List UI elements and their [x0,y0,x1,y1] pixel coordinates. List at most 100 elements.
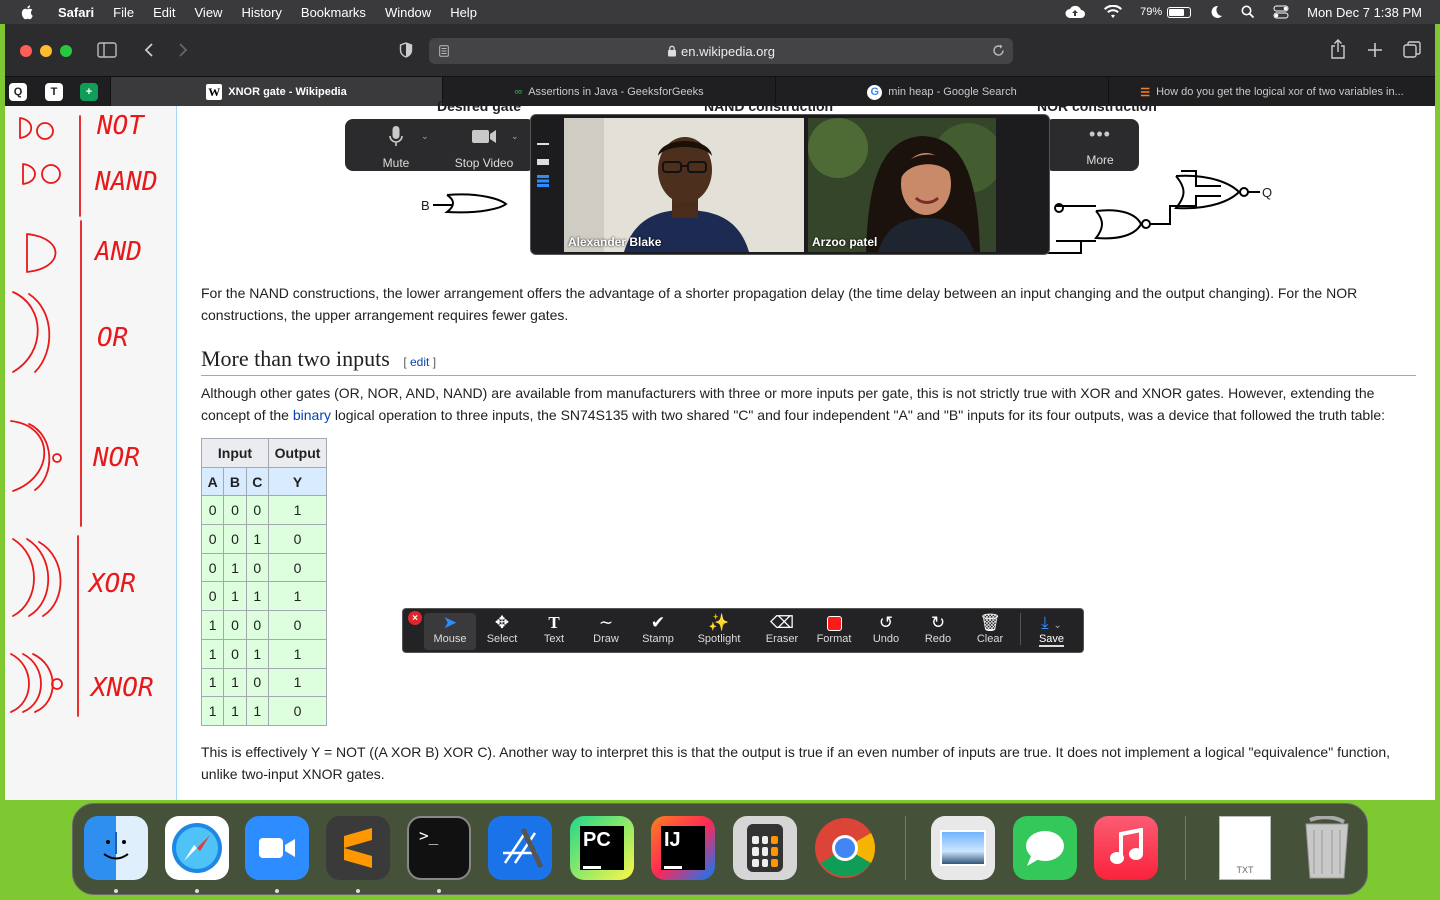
reader-view-icon[interactable] [439,45,449,57]
sheets-tab-icon[interactable]: + [80,83,98,101]
finder-icon[interactable] [84,816,148,880]
tool-label: Draw [593,633,619,645]
forward-icon[interactable] [177,42,189,58]
annotate-save-tool[interactable]: ⤓ ⌄ Save [1020,613,1082,647]
menu-window[interactable]: Window [385,5,431,20]
zoom-app-icon[interactable] [245,816,309,880]
table-cell: 0 [245,552,270,583]
cloud-upload-icon[interactable] [1064,5,1086,19]
safari-icon[interactable] [165,816,229,880]
participant-video-arzoo[interactable]: Arzoo patel [808,118,996,252]
table-cell: 0 [200,524,225,554]
tab-overview-icon[interactable] [1403,41,1421,59]
menu-file[interactable]: File [113,5,134,20]
edit-link[interactable]: edit [410,355,429,369]
pinned-tab-icon[interactable]: Q [9,83,27,101]
pycharm-icon[interactable]: PC [570,816,634,880]
wikipedia-sidebar: NOT NAND AND OR NOR XOR XNOR [5,106,177,800]
menu-edit[interactable]: Edit [153,5,175,20]
music-icon[interactable] [1094,816,1158,880]
pinned-tab-icon[interactable]: T [45,83,63,101]
trash-icon[interactable] [1295,816,1359,880]
zoom-control-bar: Mute ⌄ Stop Video ⌄ [345,119,535,171]
table-cell: 1 [200,667,225,698]
zoom-window-button[interactable] [60,45,72,57]
participant-video-alexander[interactable]: Alexander Blake [564,118,804,252]
table-cell: 0 [223,638,247,669]
tool-label: Redo [924,633,952,645]
layout-option-active-icon[interactable] [537,175,549,187]
back-icon[interactable] [143,42,155,58]
xcode-icon[interactable] [488,816,552,880]
table-cell: 0 [245,610,270,640]
trash-icon: 🗑 [979,613,1001,632]
close-toolbar-icon[interactable]: × [408,611,422,625]
zoom-annotation-toolbar: × ➤ Mouse ✥ Select T Text ∼ Draw ✔ Stamp… [402,608,1084,653]
intellij-icon[interactable]: IJ [651,816,715,880]
new-tab-icon[interactable] [1367,42,1383,58]
table-cell: 1 [245,524,270,554]
table-cell: 0 [223,495,247,526]
share-icon[interactable] [1330,39,1346,59]
header-nor-construction: NOR construction [1037,98,1157,114]
annotate-undo-tool[interactable]: ↺ Undo [860,613,912,645]
chevron-down-icon[interactable]: ⌄ [421,131,429,142]
minimize-window-button[interactable] [40,45,52,57]
binary-link[interactable]: binary [293,407,331,423]
annotate-draw-tool[interactable]: ∼ Draw [580,613,632,645]
annotate-text-tool[interactable]: T Text [528,613,580,645]
menu-help[interactable]: Help [450,5,477,20]
moon-icon[interactable] [1209,5,1223,19]
more-dots-icon: ••• [1089,124,1111,144]
annotate-stamp-tool[interactable]: ✔ Stamp [632,613,684,645]
chrome-icon[interactable] [813,816,877,880]
paragraph-more-inputs: Although other gates (OR, NOR, AND, NAND… [201,382,1411,426]
paragraph-text: logical operation to three inputs, the S… [330,407,1385,423]
reload-icon[interactable] [992,44,1005,57]
preview-icon[interactable] [931,816,995,880]
annotate-clear-tool[interactable]: 🗑 Clear [964,613,1016,645]
table-cell: 1 [223,696,247,726]
battery-status[interactable]: 79% [1140,6,1192,18]
more-button[interactable]: ••• More [1065,125,1135,167]
layout-option-icon[interactable] [537,159,549,165]
txt-file-icon[interactable]: TXT [1213,816,1277,880]
layout-option-icon[interactable] [537,143,549,145]
handwritten-gate-annotations: NOT NAND AND OR NOR XOR XNOR [10,111,158,717]
running-indicator [195,889,199,893]
chevron-down-icon[interactable]: ⌄ [511,131,519,142]
table-cell: 1 [200,638,225,669]
messages-icon[interactable] [1013,816,1077,880]
tool-label: Eraser [765,633,799,645]
sublime-text-icon[interactable] [326,816,390,880]
search-icon[interactable] [1241,5,1255,19]
close-window-button[interactable] [20,45,32,57]
annotate-format-tool[interactable]: Format [808,613,860,645]
menu-app-name[interactable]: Safari [58,5,94,20]
calculator-icon[interactable] [733,816,797,880]
menu-history[interactable]: History [241,5,281,20]
move-arrows-icon: ✥ [494,613,510,632]
stop-video-label: Stop Video [454,156,514,170]
menu-view[interactable]: View [195,5,223,20]
table-row: 0001 [200,495,327,526]
menu-bookmarks[interactable]: Bookmarks [301,5,366,20]
control-center-icon[interactable] [1273,5,1289,19]
table-header-input: Input [201,438,269,468]
sidebar-toggle-icon[interactable] [97,42,117,58]
annotate-eraser-tool[interactable]: ⌫ Eraser [756,613,808,645]
annotate-spotlight-tool[interactable]: ✨ Spotlight [693,613,745,645]
annotate-redo-tool[interactable]: ↻ Redo [912,613,964,645]
privacy-shield-icon[interactable] [399,42,413,58]
section-title: More than two inputs [201,346,390,371]
address-bar[interactable]: en.wikipedia.org [429,38,1013,64]
annotate-select-tool[interactable]: ✥ Select [476,613,528,645]
menu-clock[interactable]: Mon Dec 7 1:38 PM [1307,5,1422,20]
annotate-mouse-tool[interactable]: ➤ Mouse [424,613,476,650]
stop-video-button[interactable]: Stop Video [449,125,519,170]
apple-icon[interactable] [20,4,36,20]
table-cell: 1 [223,667,247,698]
terminal-icon[interactable]: >_ [407,816,471,880]
wifi-icon[interactable] [1104,5,1123,19]
tool-label: Spotlight [697,633,741,645]
